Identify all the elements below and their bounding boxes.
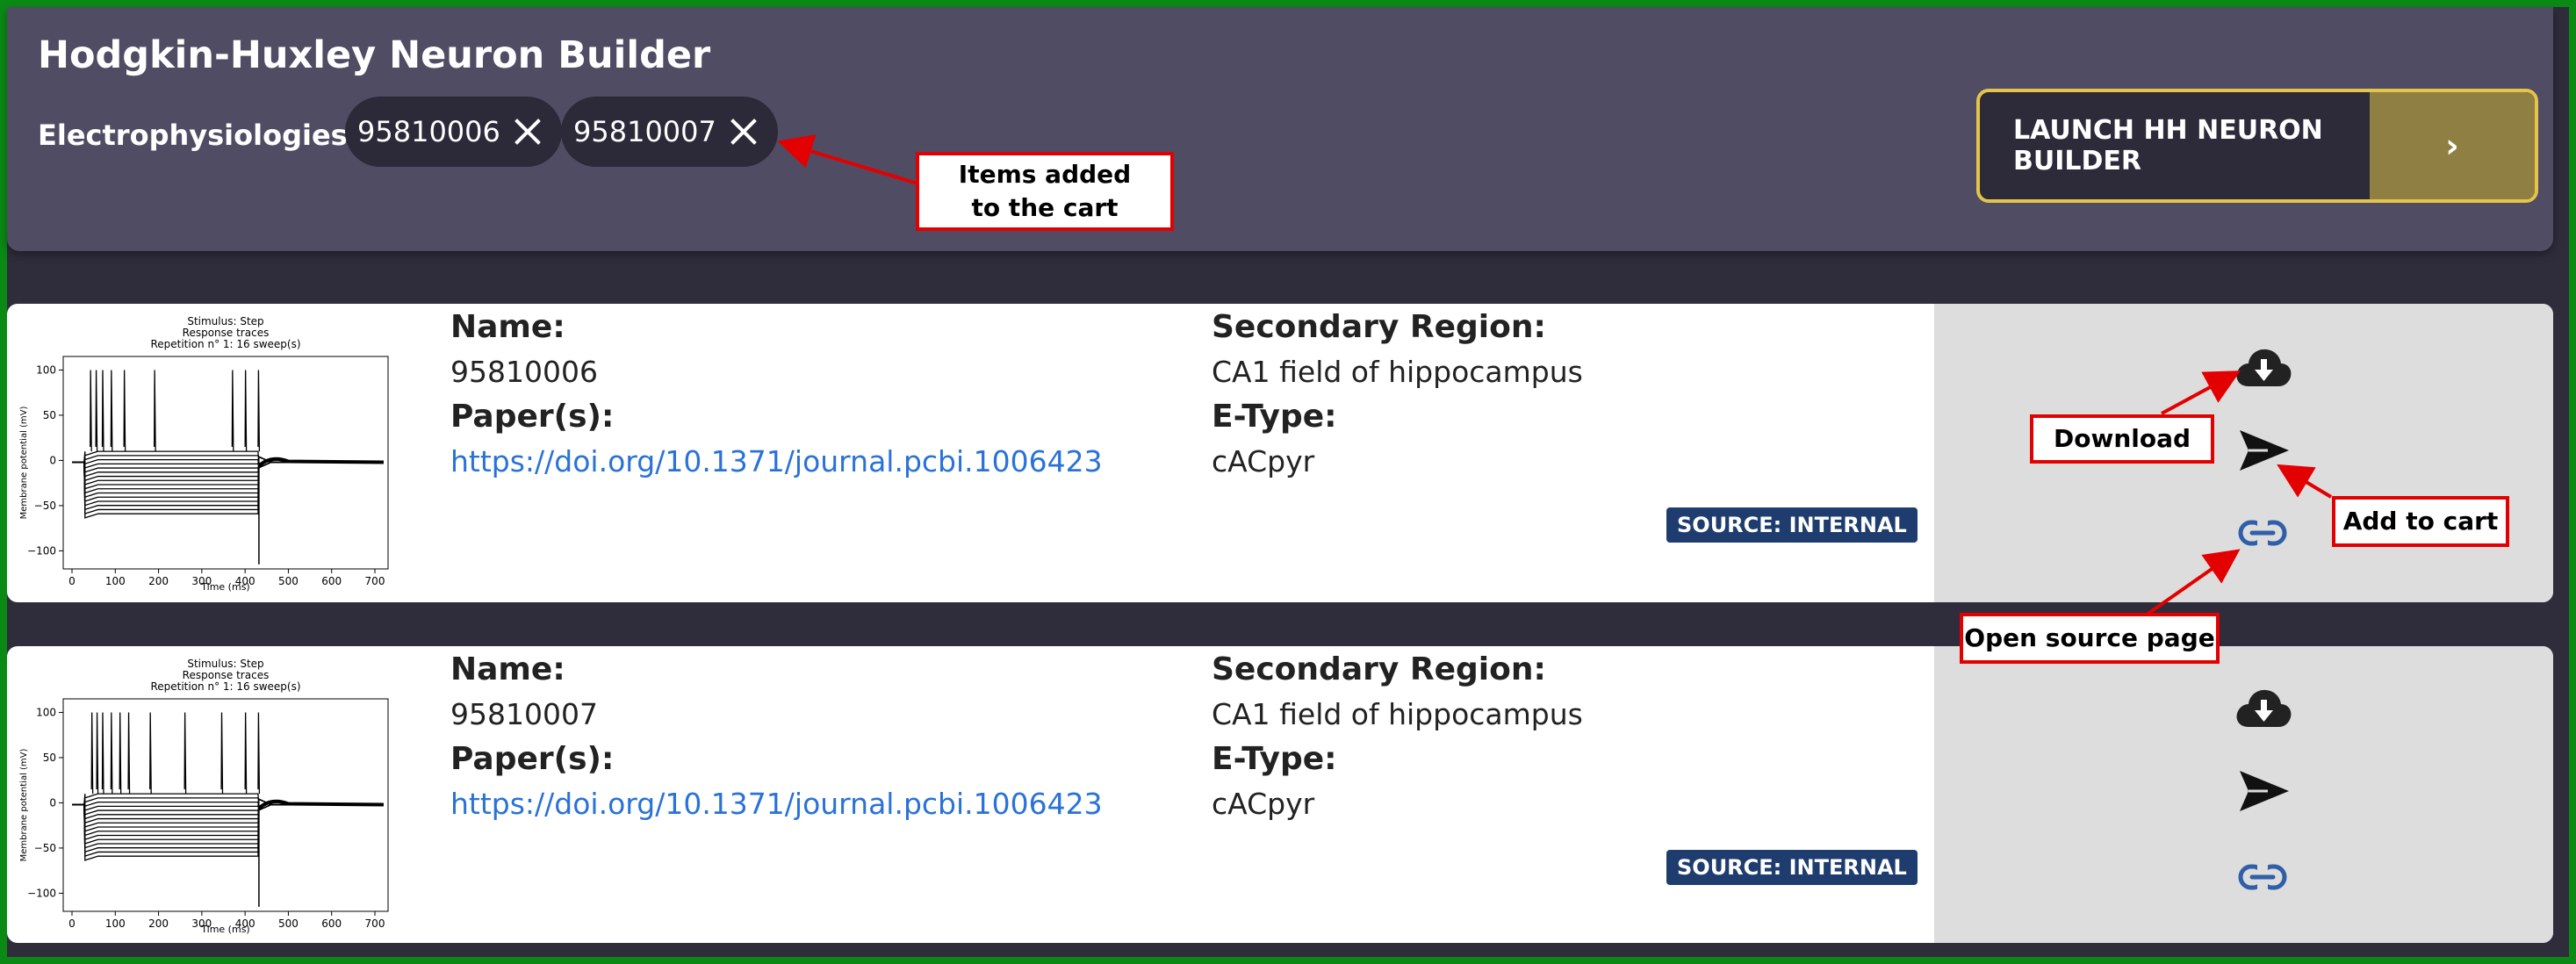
- callout-download: Download: [2030, 414, 2214, 464]
- callout-add-to-cart: Add to cart: [2332, 496, 2509, 547]
- callout-open-source: Open source page: [1960, 613, 2220, 664]
- callout-line: to the cart: [971, 193, 1119, 222]
- arrow-add-to-cart: [2277, 464, 2333, 499]
- arrow-download: [2161, 370, 2241, 415]
- callout-line: Items added: [958, 160, 1132, 190]
- arrow-items-added: [777, 134, 918, 185]
- callout-items-added: Items added to the cart: [916, 152, 1174, 231]
- annotation-arrows: [777, 134, 2333, 616]
- arrow-open-source: [2145, 549, 2241, 616]
